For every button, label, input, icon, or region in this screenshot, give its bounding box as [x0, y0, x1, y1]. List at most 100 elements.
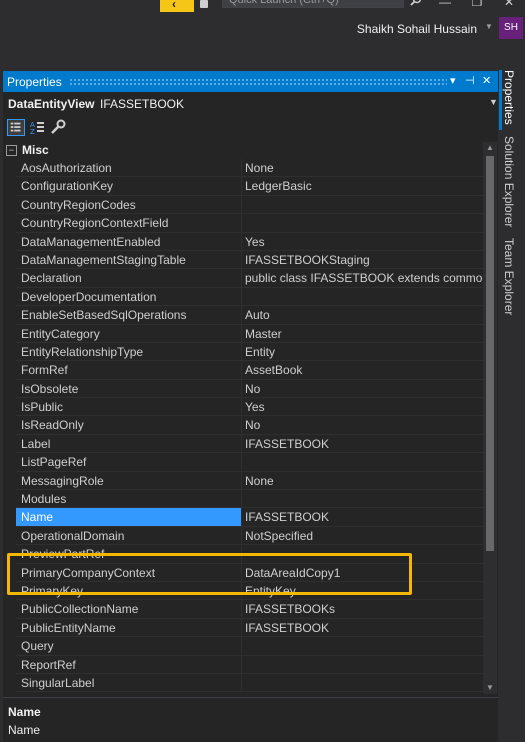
property-name[interactable]: EntityRelationshipType [16, 342, 242, 362]
property-value[interactable]: IFASSETBOOKStaging [242, 251, 483, 270]
property-name[interactable]: PublicEntityName [16, 618, 242, 638]
property-name[interactable]: FormRef [16, 361, 242, 380]
property-value[interactable] [242, 674, 483, 692]
property-name[interactable]: ReportRef [16, 655, 242, 674]
property-name[interactable]: IsPublic [16, 398, 242, 417]
property-row[interactable]: CountryRegionCodes [3, 195, 483, 215]
property-name[interactable]: Query [16, 637, 242, 656]
scroll-thumb[interactable] [486, 156, 494, 551]
property-row[interactable]: PublicEntityName IFASSETBOOK [3, 618, 483, 638]
close-icon[interactable]: ✕ [482, 74, 491, 88]
property-value[interactable] [242, 637, 483, 656]
property-row[interactable]: ListPageRef [3, 453, 483, 472]
property-name[interactable]: ConfigurationKey [16, 177, 242, 196]
property-name[interactable]: EnableSetBasedSqlOperations [16, 306, 242, 325]
property-row[interactable]: SingularLabel [3, 673, 483, 692]
property-value[interactable]: Auto [242, 306, 483, 325]
property-name[interactable]: DataManagementStagingTable [16, 250, 242, 270]
property-value[interactable]: IFASSETBOOK [242, 435, 483, 454]
property-row[interactable]: EntityCategory Master [3, 324, 483, 343]
property-name[interactable]: Name [16, 508, 242, 527]
property-name[interactable]: Modules [16, 490, 242, 509]
property-row[interactable]: MessagingRole None [3, 471, 483, 491]
property-value[interactable] [242, 490, 483, 509]
vertical-scrollbar[interactable]: ▲ ▼ [483, 142, 497, 694]
property-value[interactable]: EntityKey [242, 582, 483, 601]
property-name[interactable]: PrimaryKey [16, 581, 242, 601]
property-name[interactable]: CountryRegionContextField [16, 214, 242, 233]
minimize-icon[interactable]: — [438, 0, 452, 8]
property-value[interactable] [242, 288, 483, 307]
property-value[interactable]: No [242, 416, 483, 435]
property-value[interactable] [242, 453, 483, 472]
property-row[interactable]: PreviewPartRef [3, 545, 483, 564]
quick-launch-input[interactable]: Quick Launch (Ctrl+Q) [222, 0, 404, 8]
property-value[interactable]: Yes [242, 398, 483, 417]
property-value[interactable]: IFASSETBOOKs [242, 600, 483, 619]
property-row[interactable]: Name IFASSETBOOK [3, 508, 483, 527]
property-row[interactable]: IsObsolete No [3, 379, 483, 399]
category-misc[interactable]: − Misc [3, 142, 498, 159]
property-row[interactable]: IsPublic Yes [3, 398, 483, 417]
property-value[interactable]: Yes [242, 233, 483, 251]
property-row[interactable]: DataManagementStagingTable IFASSETBOOKSta… [3, 250, 483, 270]
property-row[interactable]: DeveloperDocumentation [3, 287, 483, 307]
property-row[interactable]: ReportRef [3, 655, 483, 674]
drag-grip[interactable] [69, 78, 447, 85]
property-name[interactable]: AosAuthorization [16, 159, 242, 178]
property-row[interactable]: OperationalDomain NotSpecified [3, 526, 483, 546]
object-selector[interactable]: DataEntityView IFASSETBOOK ▼ [3, 95, 498, 113]
property-name[interactable]: IsReadOnly [16, 416, 242, 435]
property-name[interactable]: Label [16, 434, 242, 454]
property-name[interactable]: CountryRegionCodes [16, 195, 242, 215]
property-name[interactable]: DataManagementEnabled [16, 232, 242, 251]
property-value[interactable] [242, 214, 483, 233]
property-name[interactable]: PreviewPartRef [16, 545, 242, 564]
chevron-down-icon[interactable]: ▼ [489, 97, 498, 107]
property-name[interactable]: EntityCategory [16, 324, 242, 343]
notification-icon[interactable] [200, 0, 208, 8]
property-row[interactable]: Modules [3, 490, 483, 509]
property-name[interactable]: OperationalDomain [16, 526, 242, 546]
window-position-icon[interactable]: ▾ [450, 74, 456, 88]
property-value[interactable]: None [242, 472, 483, 491]
property-value[interactable]: Entity [242, 343, 483, 362]
wrench-icon[interactable] [49, 119, 67, 136]
property-value[interactable] [242, 656, 483, 674]
avatar[interactable]: SH [499, 17, 523, 39]
property-row[interactable]: PrimaryKey EntityKey [3, 581, 483, 601]
chevron-down-icon[interactable]: ▼ [485, 22, 493, 31]
tab-solution-explorer[interactable]: Solution Explorer [502, 136, 516, 227]
property-name[interactable]: MessagingRole [16, 471, 242, 491]
search-icon[interactable] [410, 0, 422, 6]
collapse-icon[interactable]: − [6, 145, 17, 156]
tab-team-explorer[interactable]: Team Explorer [502, 238, 516, 315]
property-value[interactable]: DataAreaIdCopy1 [242, 564, 483, 582]
close-window-icon[interactable]: ✕ [502, 0, 516, 8]
property-row[interactable]: Label IFASSETBOOK [3, 434, 483, 454]
property-name[interactable]: Declaration [16, 269, 242, 288]
alphabetical-icon[interactable]: A Z [28, 119, 46, 136]
property-value[interactable]: IFASSETBOOK [242, 619, 483, 638]
property-value[interactable] [242, 545, 483, 564]
panel-header[interactable]: Properties ▾ ⊣ ✕ [3, 71, 498, 92]
property-value[interactable]: IFASSETBOOK [242, 508, 483, 527]
property-row[interactable]: AosAuthorization None [3, 159, 483, 178]
property-value[interactable]: No [242, 380, 483, 399]
property-name[interactable]: IsObsolete [16, 379, 242, 399]
property-row[interactable]: DataManagementEnabled Yes [3, 232, 483, 251]
property-name[interactable]: DeveloperDocumentation [16, 287, 242, 307]
property-row[interactable]: CountryRegionContextField [3, 214, 483, 233]
property-row[interactable]: ConfigurationKey LedgerBasic [3, 177, 483, 196]
property-row[interactable]: IsReadOnly No [3, 416, 483, 435]
property-row[interactable]: FormRef AssetBook [3, 361, 483, 380]
user-name[interactable]: Shaikh Sohail Hussain [357, 22, 477, 36]
property-row[interactable]: PrimaryCompanyContext DataAreaIdCopy1 [3, 563, 483, 582]
property-row[interactable]: EnableSetBasedSqlOperations Auto [3, 306, 483, 325]
property-value[interactable] [242, 196, 483, 215]
property-row[interactable]: Declaration public class IFASSETBOOK exte… [3, 269, 483, 288]
property-name[interactable]: ListPageRef [16, 453, 242, 472]
restore-icon[interactable]: ❐ [470, 0, 484, 8]
property-value[interactable]: None [242, 159, 483, 178]
pin-icon[interactable]: ⊣ [465, 74, 475, 88]
